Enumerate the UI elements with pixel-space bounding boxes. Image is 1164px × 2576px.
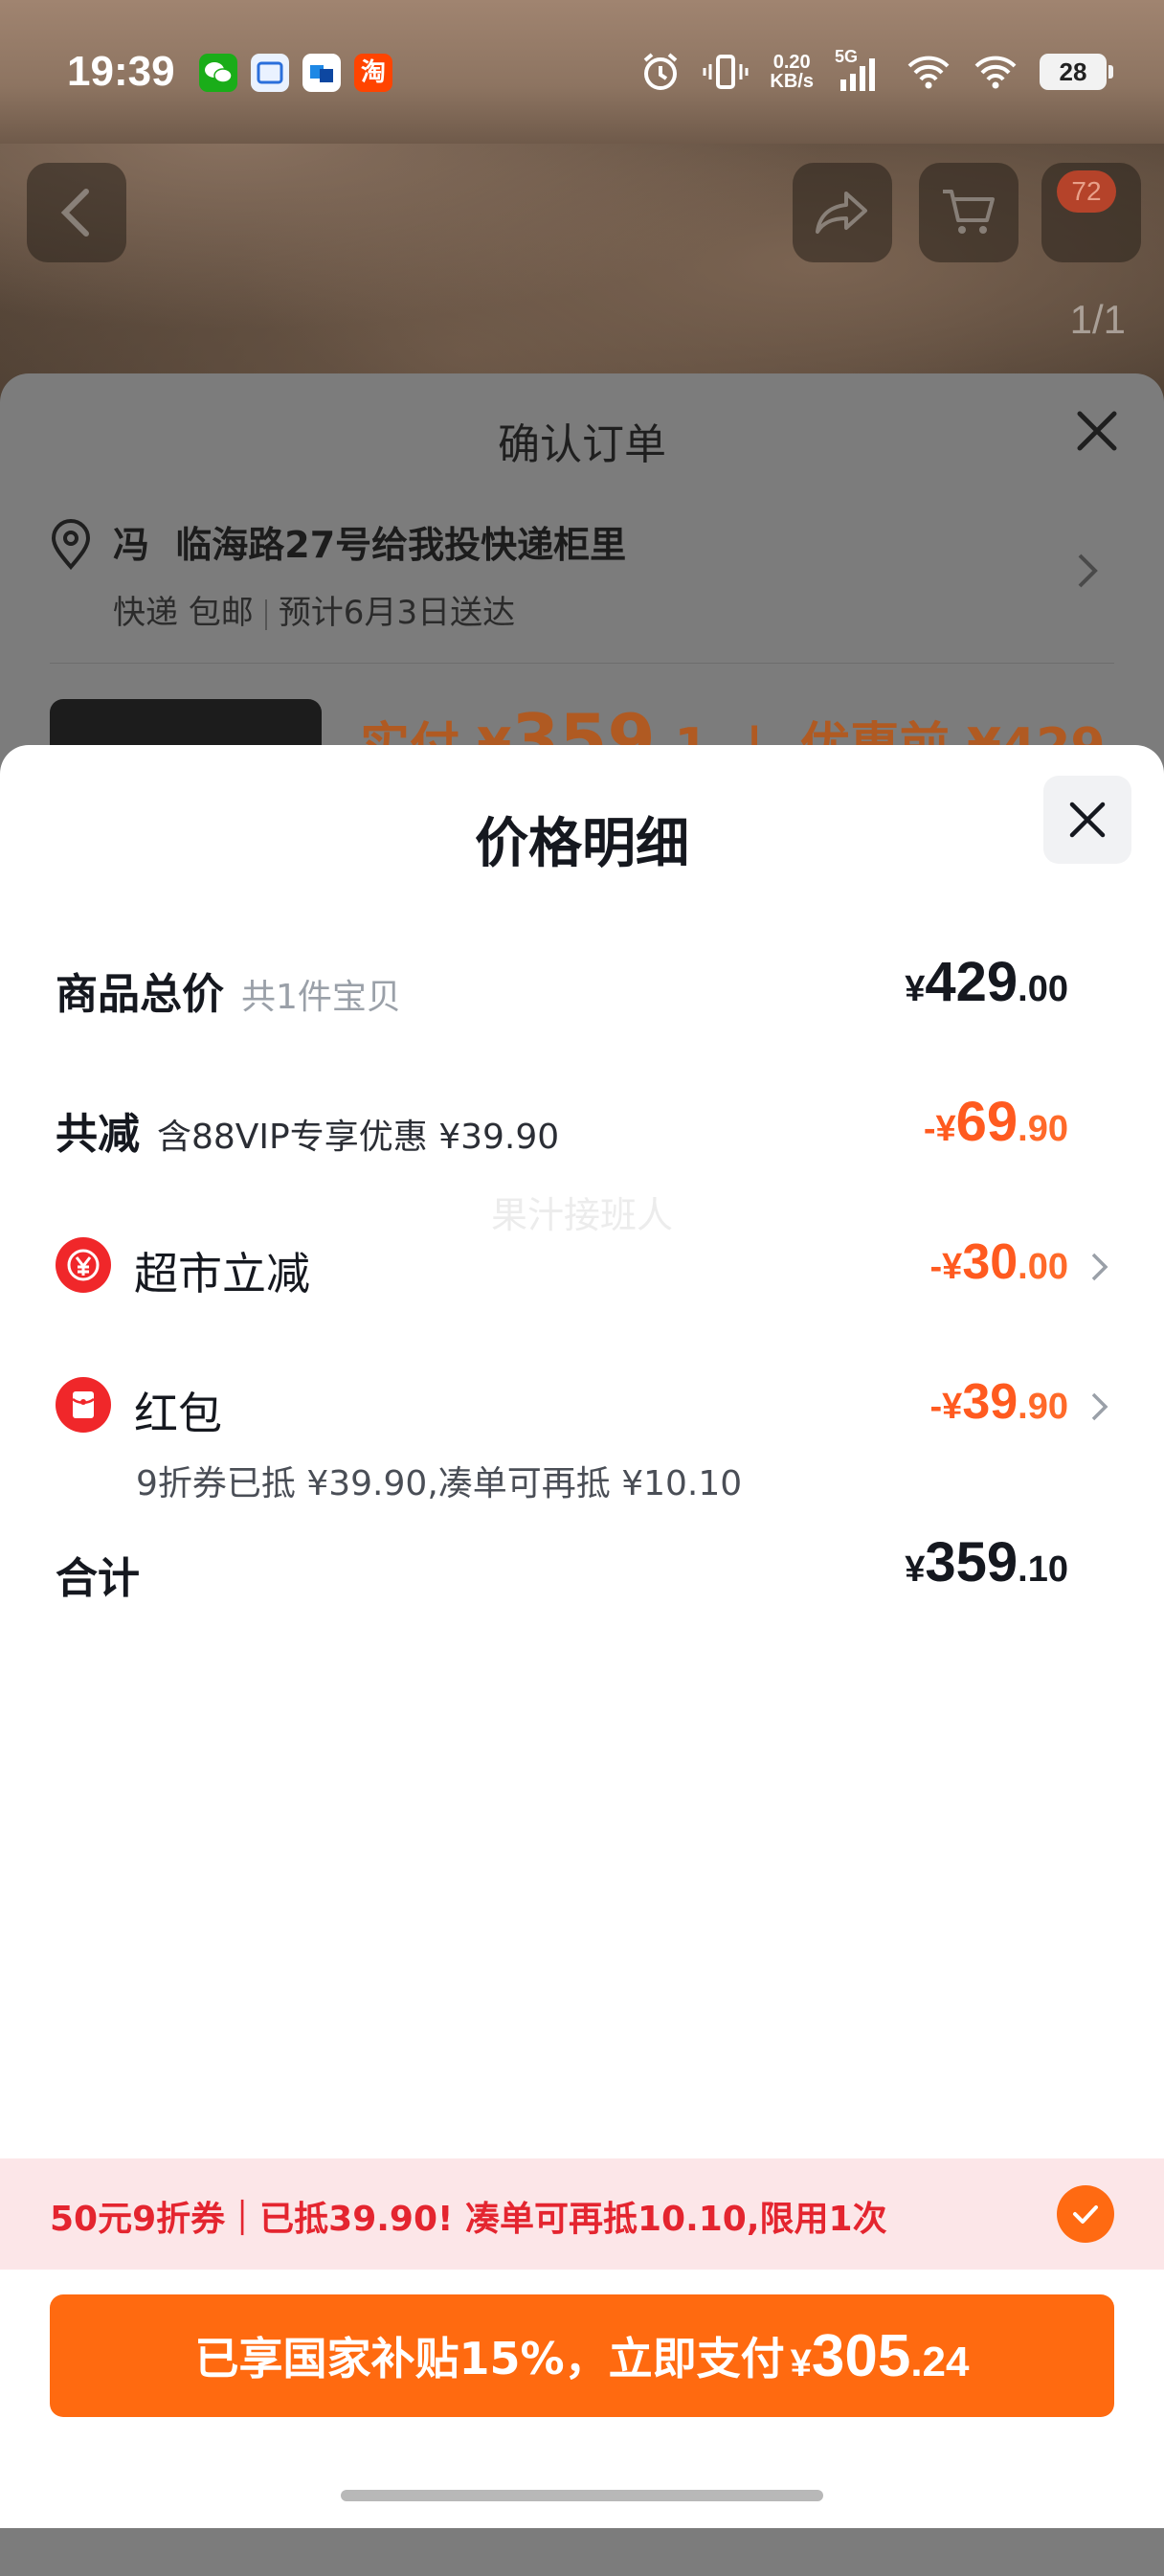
hongbao-row[interactable]: 红包 -¥39.90 9折券已抵 ¥39.90,凑单可再抵 ¥10.10 <box>56 1367 1108 1503</box>
share-icon <box>816 192 867 234</box>
address-text: 临海路27号给我投快递柜里 <box>175 524 627 566</box>
share-button[interactable] <box>793 163 892 262</box>
location-pin-icon <box>51 519 91 571</box>
status-indicators: 0.20 KB/s 5G 28 <box>639 47 1113 96</box>
vibrate-icon <box>703 55 749 89</box>
hongbao-label: 红包 <box>134 1388 222 1439</box>
discount-total-row: 共减 含88VIP专享优惠 ¥39.90 -¥69.90 <box>56 1090 1108 1166</box>
total-price-amount: ¥429.00 <box>905 951 1068 1013</box>
hongbao-amount: -¥39.90 <box>929 1374 1068 1430</box>
vip-discount-note: 含88VIP专享优惠 ¥39.90 <box>157 1118 560 1157</box>
close-icon <box>1069 802 1106 838</box>
alarm-icon <box>644 53 678 90</box>
pay-button-label: 已享国家补贴15%，立即支付 <box>194 2333 785 2384</box>
total-price-label: 商品总价 共1件宝贝 <box>56 970 401 1019</box>
discount-total-label: 共减 含88VIP专享优惠 ¥39.90 <box>56 1110 560 1159</box>
wifi-icon-secondary <box>974 56 1017 89</box>
chevron-right-icon <box>1091 1392 1108 1421</box>
total-price-row: 商品总价 共1件宝贝 ¥429.00 <box>56 950 1108 1027</box>
coupon-selected-checkbox[interactable] <box>1057 2185 1114 2243</box>
pay-now-button[interactable]: 已享国家补贴15%，立即支付 ¥305.24 <box>50 2294 1114 2417</box>
chevron-right-icon[interactable] <box>1076 552 1101 590</box>
coupon-promo-bar[interactable]: 50元9折券｜已抵39.90! 凑单可再抵10.10,限用1次 <box>0 2158 1164 2270</box>
image-page-indicator: 1/1 <box>1069 297 1126 342</box>
coupon-promo-text: 50元9折券｜已抵39.90! 凑单可再抵10.10,限用1次 <box>50 2200 887 2239</box>
status-bar: 19:39 淘 0.20 KB/s 5G 28 <box>0 0 1164 144</box>
delivery-method: 快递 包邮 <box>113 594 254 632</box>
back-button[interactable] <box>27 163 126 262</box>
wifi-icon <box>907 56 950 89</box>
delivery-info: 快递 包邮 预计6月3日送达 <box>113 586 515 633</box>
wechat-icon <box>199 54 237 92</box>
pay-button-amount: ¥305.24 <box>790 2322 970 2389</box>
sum-amount: ¥359.10 <box>905 1531 1068 1593</box>
supermarket-discount-label: 超市立减 <box>134 1248 310 1299</box>
messenger-icon <box>302 54 341 92</box>
red-envelope-icon <box>56 1377 111 1433</box>
supermarket-discount-amount: -¥30.00 <box>929 1234 1068 1290</box>
divider <box>264 599 267 630</box>
home-indicator[interactable] <box>341 2490 823 2501</box>
item-count-note: 共1件宝贝 <box>241 978 401 1017</box>
price-detail-sheet: 价格明细 果汁接班人 商品总价 共1件宝贝 ¥429.00 共减 含88VIP专享优… <box>0 745 1164 2528</box>
photo-app-icon <box>251 54 289 92</box>
close-icon[interactable] <box>1068 402 1126 460</box>
chevron-right-icon <box>1091 1253 1108 1281</box>
battery-indicator: 28 <box>1040 54 1113 90</box>
sum-label: 合计 <box>56 1554 140 1603</box>
cart-icon <box>943 190 995 234</box>
discount-total-amount: -¥69.90 <box>923 1091 1068 1153</box>
supermarket-discount-row[interactable]: 超市立减 -¥30.00 <box>56 1228 1108 1304</box>
order-sheet-title: 确认订单 <box>498 420 666 469</box>
delivery-estimate: 预计6月3日送达 <box>278 594 516 632</box>
check-icon <box>1073 2205 1098 2224</box>
recipient-name: 冯 <box>113 524 150 566</box>
hongbao-detail-note: 9折券已抵 ¥39.90,凑单可再抵 ¥10.10 <box>136 1464 743 1503</box>
divider <box>50 663 1114 664</box>
status-time: 19:39 <box>67 48 175 95</box>
price-detail-title: 价格明细 <box>475 813 689 875</box>
taobao-icon: 淘 <box>354 54 392 92</box>
discount-coin-icon <box>56 1237 111 1293</box>
cart-count-badge: 72 <box>1057 170 1116 213</box>
cart-button[interactable] <box>919 163 1018 262</box>
chevron-left-icon <box>60 189 89 237</box>
close-button[interactable] <box>1043 776 1131 864</box>
sum-row: 合计 ¥359.10 <box>56 1530 1108 1616</box>
address-line[interactable]: 冯 临海路27号给我投快递柜里 <box>113 515 626 568</box>
cellular-signal-icon: 5G <box>835 47 884 93</box>
network-speed: 0.20 KB/s <box>770 52 814 92</box>
